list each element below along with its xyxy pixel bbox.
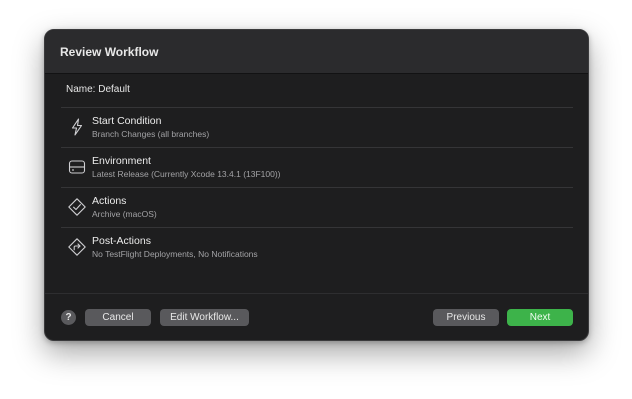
checkmark-diamond-icon <box>67 197 87 217</box>
server-drive-icon <box>67 157 87 177</box>
workflow-name: Name: Default <box>66 84 130 95</box>
list-item-detail: Branch Changes (all branches) <box>92 129 210 139</box>
arrow-diamond-icon <box>67 237 87 257</box>
list-item-label: Start Condition <box>92 115 162 127</box>
list-item-detail: Archive (macOS) <box>92 209 157 219</box>
list-item-label: Post-Actions <box>92 235 151 247</box>
list-item-label: Actions <box>92 195 127 207</box>
help-button[interactable]: ? <box>61 310 76 325</box>
edit-workflow-button[interactable]: Edit Workflow... <box>160 309 249 326</box>
dialog-header: Review Workflow <box>45 30 588 74</box>
workflow-summary-list: Start Condition Branch Changes (all bran… <box>61 107 573 267</box>
list-item-detail: No TestFlight Deployments, No Notificati… <box>92 249 258 259</box>
list-item-actions: Actions Archive (macOS) <box>61 187 573 227</box>
previous-button[interactable]: Previous <box>433 309 499 326</box>
list-item-detail: Latest Release (Currently Xcode 13.4.1 (… <box>92 169 281 179</box>
list-item-environment: Environment Latest Release (Currently Xc… <box>61 147 573 187</box>
next-button[interactable]: Next <box>507 309 573 326</box>
list-item-start-condition: Start Condition Branch Changes (all bran… <box>61 107 573 147</box>
list-item-label: Environment <box>92 155 151 167</box>
cancel-button[interactable]: Cancel <box>85 309 151 326</box>
dialog-title: Review Workflow <box>60 45 159 59</box>
lightning-bolt-icon <box>67 117 87 137</box>
footer-divider <box>45 293 588 294</box>
list-item-post-actions: Post-Actions No TestFlight Deployments, … <box>61 227 573 267</box>
review-workflow-dialog: Review Workflow Name: Default Start Cond… <box>44 29 589 341</box>
